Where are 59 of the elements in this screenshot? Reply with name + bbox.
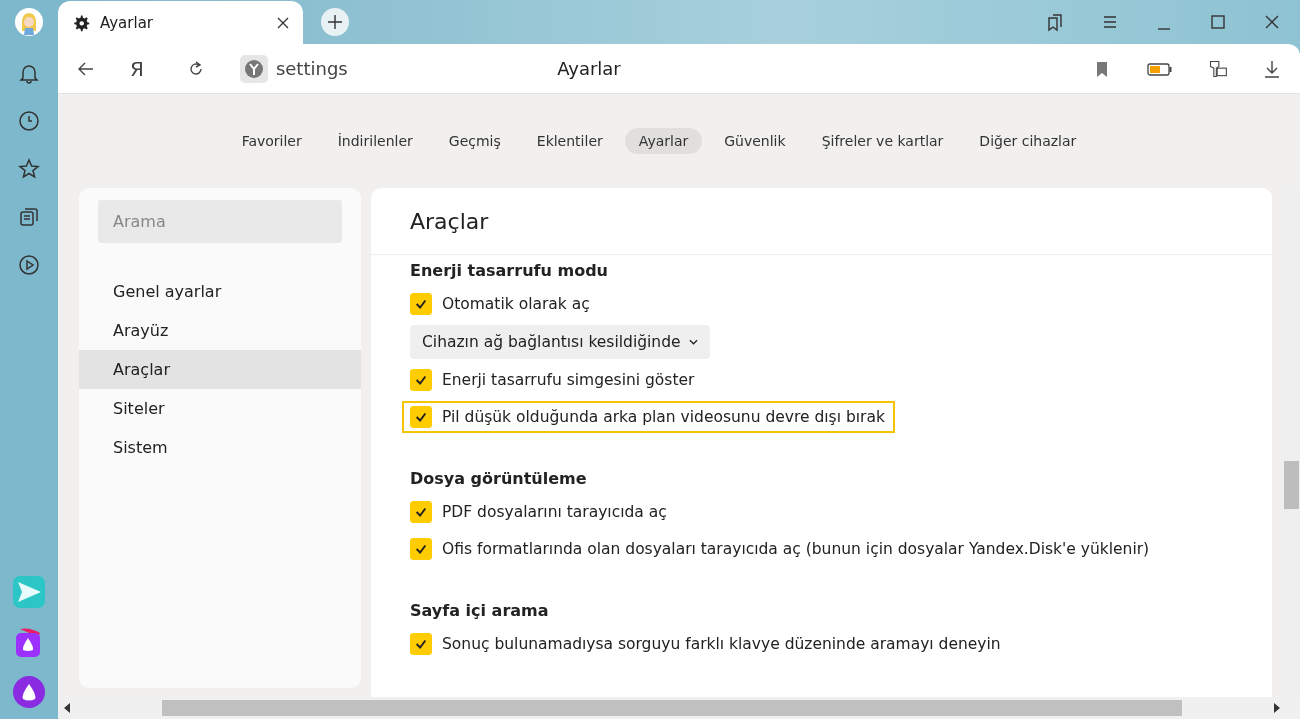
dropdown[interactable]: Cihazın ağ bağlantısı kesildiğinde: [410, 325, 710, 359]
checkbox-label: PDF dosyalarını tarayıcıda aç: [442, 503, 667, 521]
download-icon[interactable]: [1262, 58, 1282, 79]
checkbox-label: Sonuç bulunamadıysa sorguyu farklı klavye düzeninde aramayı deneyin: [442, 635, 1001, 653]
checkbox[interactable]: [410, 293, 432, 315]
checkbox[interactable]: [410, 633, 432, 655]
nav-tab[interactable]: Ayarlar: [624, 128, 703, 154]
close-icon[interactable]: [277, 16, 289, 29]
star-icon[interactable]: [17, 157, 41, 181]
scroll-thumb[interactable]: [1284, 461, 1299, 509]
alice-icon[interactable]: [12, 675, 46, 709]
scroll-left-icon[interactable]: [64, 703, 70, 713]
check-icon: [414, 373, 428, 387]
maximize-icon[interactable]: [1208, 12, 1228, 32]
search-field[interactable]: Arama: [98, 200, 342, 243]
checkbox-label: Otomatik olarak aç: [442, 295, 590, 313]
checkbox[interactable]: [410, 406, 432, 428]
new-tab-button[interactable]: [321, 8, 349, 36]
checkbox[interactable]: [410, 501, 432, 523]
caret-icon: [688, 339, 698, 345]
section-title: Enerji tasarrufu modu: [410, 261, 608, 280]
checkbox[interactable]: [410, 369, 432, 391]
gear-icon: [72, 13, 90, 32]
plus-icon: [328, 15, 342, 29]
browser-logo-icon: [239, 54, 268, 83]
check-icon: [414, 542, 428, 556]
clock-icon[interactable]: [17, 109, 41, 133]
sidebar-item[interactable]: Siteler: [79, 389, 361, 428]
checkbox-label: Pil düşük olduğunda arka plan videosunu devre dışı bırak: [442, 408, 885, 426]
nav-tab[interactable]: Diğer cihazlar: [965, 128, 1091, 154]
nav-tab[interactable]: Şifreler ve kartlar: [807, 128, 958, 154]
page-title: Ayarlar: [556, 58, 622, 79]
scroll-right-icon[interactable]: [1274, 703, 1280, 713]
nav-tab[interactable]: Güvenlik: [710, 128, 800, 154]
nav-tab[interactable]: Geçmiş: [434, 128, 515, 154]
check-icon: [414, 410, 428, 424]
panel-title: Araçlar: [410, 208, 489, 234]
check-icon: [414, 505, 428, 519]
sidebar-item[interactable]: Araçlar: [79, 350, 361, 389]
nav-tab[interactable]: Eklentiler: [522, 128, 617, 154]
checkbox-label: Ofis formatlarında olan dosyaları tarayıcıda aç (bunun için dosyalar Yandex.Disk'e yüklenir): [442, 540, 1150, 558]
sidebar-item[interactable]: Sistem: [79, 428, 361, 467]
section-title: Sayfa içi arama: [410, 601, 549, 620]
nav-tab[interactable]: Favoriler: [227, 128, 316, 154]
sidebar-item[interactable]: Arayüz: [79, 311, 361, 350]
scroll-thumb[interactable]: [162, 700, 1182, 716]
play-icon[interactable]: [17, 253, 41, 277]
address-text[interactable]: settings: [275, 58, 396, 79]
sidebar-item[interactable]: Genel ayarlar: [79, 272, 361, 311]
checkbox-label: Enerji tasarrufu simgesini göster: [442, 371, 695, 389]
checkbox[interactable]: [410, 538, 432, 560]
section-title: Dosya görüntüleme: [410, 469, 587, 488]
check-icon: [414, 297, 428, 311]
check-icon: [414, 637, 428, 651]
collections-icon[interactable]: [17, 205, 41, 229]
yandex-button[interactable]: Я: [130, 56, 144, 81]
passwords-icon[interactable]: [1208, 58, 1228, 79]
nav-tab[interactable]: İndirilenler: [323, 128, 427, 154]
browser-tab[interactable]: Ayarlar: [58, 1, 303, 44]
